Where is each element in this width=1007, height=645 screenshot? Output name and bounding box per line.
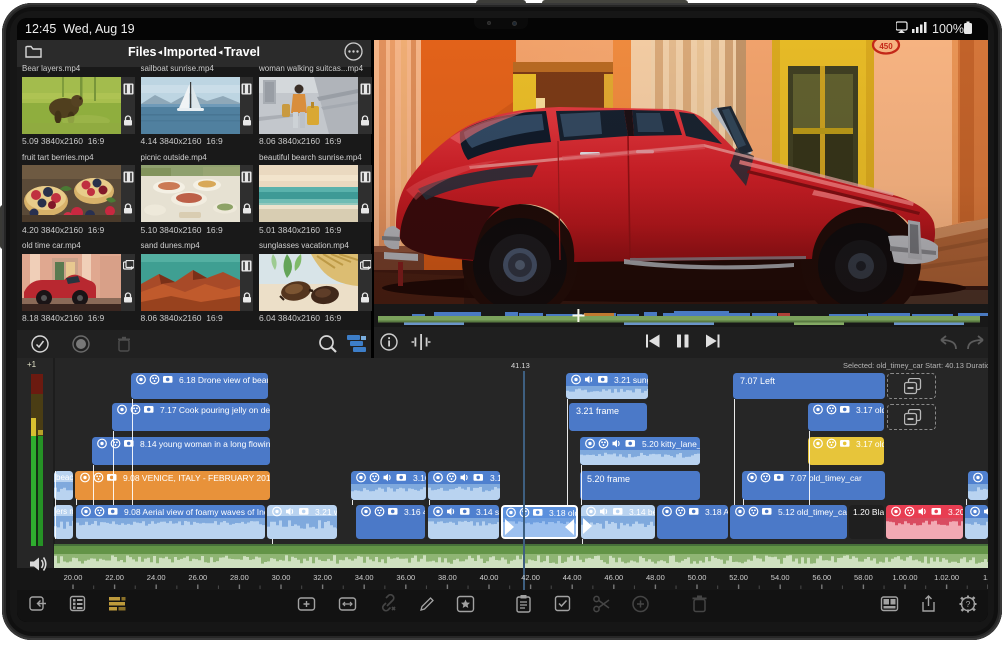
svg-text:24.00: 24.00 xyxy=(147,573,166,582)
svg-text:1.00.00: 1.00.00 xyxy=(892,573,917,582)
svg-text:48.00: 48.00 xyxy=(646,573,665,582)
svg-text:20.00: 20.00 xyxy=(64,573,83,582)
svg-text:44.00: 44.00 xyxy=(563,573,582,582)
svg-text:40.00: 40.00 xyxy=(480,573,499,582)
svg-text:22.00: 22.00 xyxy=(105,573,124,582)
svg-text:46.00: 46.00 xyxy=(604,573,623,582)
svg-text:34.00: 34.00 xyxy=(355,573,374,582)
svg-text:42.00: 42.00 xyxy=(521,573,540,582)
svg-text:54.00: 54.00 xyxy=(771,573,790,582)
svg-text:?: ? xyxy=(966,599,971,609)
svg-text:1.02.00: 1.02.00 xyxy=(934,573,959,582)
svg-text:30.00: 30.00 xyxy=(272,573,291,582)
svg-text:52.00: 52.00 xyxy=(729,573,748,582)
svg-text:36.00: 36.00 xyxy=(396,573,415,582)
svg-text:58.00: 58.00 xyxy=(854,573,873,582)
svg-text:32.00: 32.00 xyxy=(313,573,332,582)
svg-text:56.00: 56.00 xyxy=(812,573,831,582)
svg-text:50.00: 50.00 xyxy=(688,573,707,582)
svg-text:1.0: 1.0 xyxy=(983,573,988,582)
svg-text:100%: 100% xyxy=(932,22,964,36)
svg-text:26.00: 26.00 xyxy=(188,573,207,582)
svg-text:28.00: 28.00 xyxy=(230,573,249,582)
svg-text:38.00: 38.00 xyxy=(438,573,457,582)
